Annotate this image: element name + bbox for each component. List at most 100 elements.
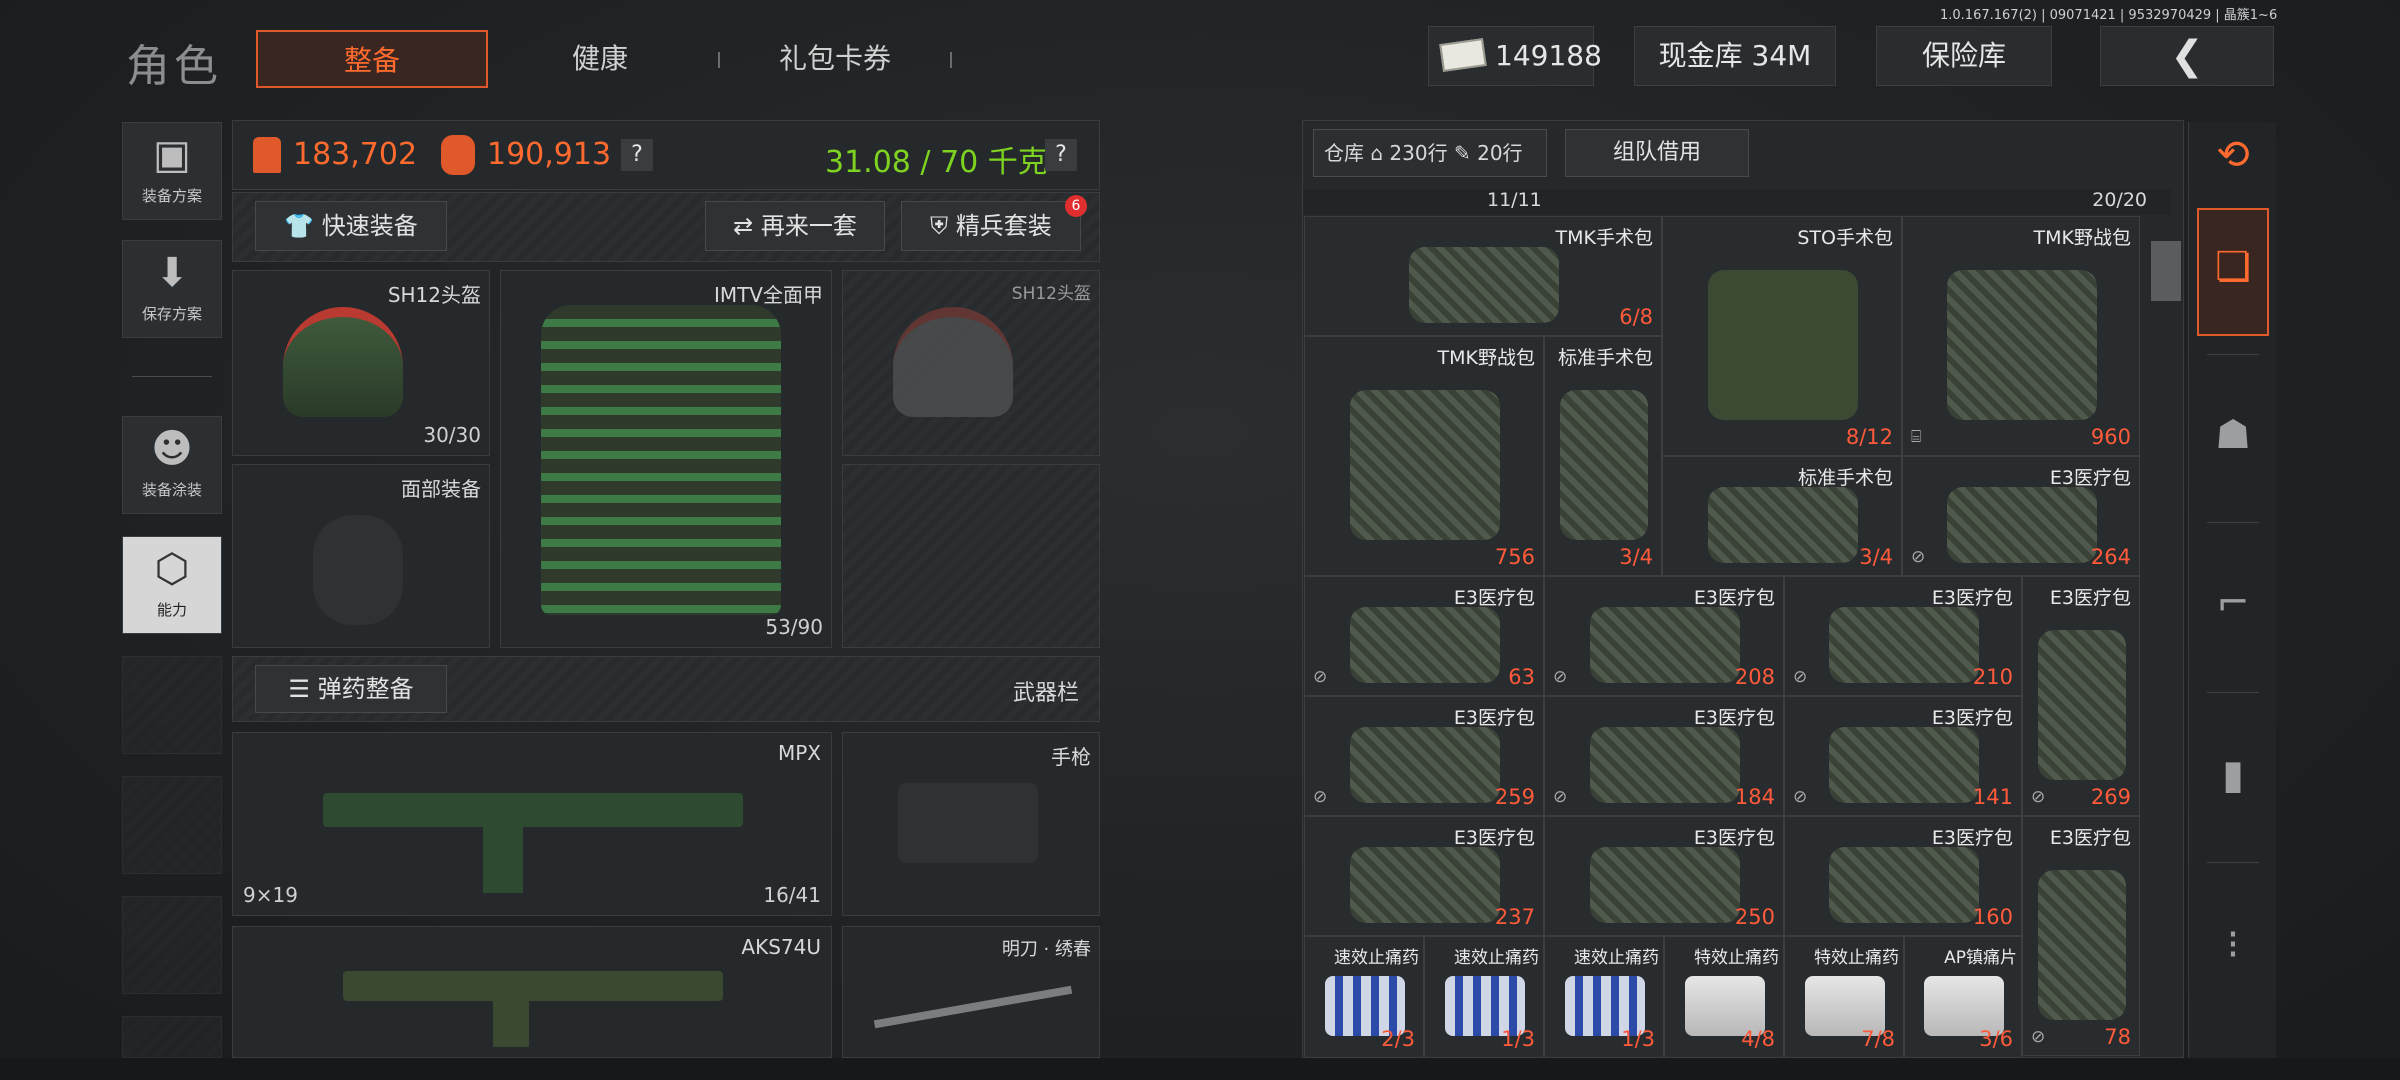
empty-equip-slot[interactable]	[842, 464, 1100, 648]
left-capacity: 11/11	[1487, 189, 1542, 211]
helmet-preview-slot[interactable]: SH12头盔	[842, 270, 1100, 456]
inventory-item[interactable]: 特效止痛药 7/8	[1784, 936, 1904, 1058]
item-name: E3医疗包	[1693, 707, 1775, 729]
inventory-item[interactable]: 标准手术包 3/4	[1544, 336, 1662, 576]
cash-vault-button[interactable]: 现金库 34M	[1634, 26, 1836, 86]
item-image	[2038, 630, 2126, 780]
sort-category-icon[interactable]: ⟲	[2189, 132, 2277, 178]
armor-value-icon	[253, 137, 281, 173]
item-image	[1947, 270, 2097, 420]
team-borrow-button[interactable]: 组队借用	[1565, 129, 1749, 177]
face-slot[interactable]: 面部装备	[232, 464, 490, 648]
item-name: E3医疗包	[2049, 827, 2131, 849]
sidebar-divider	[132, 376, 212, 377]
item-name: 标准手术包	[1797, 467, 1893, 489]
safe-box-button[interactable]: 保险库	[1876, 26, 2052, 86]
tab-equip[interactable]: 整备	[256, 30, 488, 88]
inventory-item[interactable]: TMK野战包 960 ⌸	[1902, 216, 2140, 456]
weapon-caliber: 9×19	[243, 883, 298, 907]
inventory-item[interactable]: E3医疗包 63 ⊘	[1304, 576, 1544, 696]
value-help-button[interactable]: ?	[621, 139, 653, 171]
inventory-item[interactable]: 特效止痛药 4/8	[1664, 936, 1784, 1058]
melee-slot[interactable]: 明刀 · 绣春	[842, 926, 1100, 1058]
item-count: 264	[2090, 545, 2131, 569]
item-name: E3医疗包	[1931, 587, 2013, 609]
inventory-item[interactable]: E3医疗包 141 ⊘	[1784, 696, 2022, 816]
warehouse-info: 仓库 ⌂ 230行 ✎ 20行	[1313, 129, 1547, 177]
shield-icon: ⛨	[930, 212, 949, 240]
helmet-slot[interactable]: SH12头盔 30/30	[232, 270, 490, 456]
sidebar-item-loadout-plan[interactable]: ▣ 装备方案	[122, 122, 222, 220]
inventory-item[interactable]: E3医疗包 210 ⊘	[1784, 576, 2022, 696]
item-image	[1590, 607, 1740, 683]
no-insure-icon: ⊘	[1911, 547, 1926, 567]
quick-equip-button[interactable]: 👕 快速装备	[255, 201, 447, 251]
inventory-scrollbar[interactable]	[2151, 241, 2181, 301]
inventory-item[interactable]: 标准手术包 3/4	[1662, 456, 1902, 576]
secondary-weapon-slot[interactable]: AKS74U	[232, 926, 832, 1058]
tab-gift-cards[interactable]: 礼包卡券	[750, 30, 920, 88]
inventory-item[interactable]: E3医疗包 264 ⊘	[1902, 456, 2140, 576]
sidebar-item-ability[interactable]: ⬡ 能力	[122, 536, 222, 634]
inventory-item[interactable]: E3医疗包 78 ⊘	[2022, 816, 2140, 1056]
item-count: 4/8	[1741, 1027, 1775, 1051]
melee-name: 明刀 · 绣春	[1001, 939, 1091, 960]
inventory-item[interactable]: 速效止痛药 1/3	[1544, 936, 1664, 1058]
item-image	[1350, 847, 1500, 923]
item-count: 1/3	[1621, 1027, 1655, 1051]
elite-badge: 6	[1065, 195, 1087, 217]
inventory-item[interactable]: 速效止痛药 1/3	[1424, 936, 1544, 1058]
primary-weapon-slot[interactable]: MPX 9×19 16/41	[232, 732, 832, 916]
again-label: 再来一套	[760, 212, 857, 240]
helmet-name: SH12头盔	[387, 283, 481, 307]
item-name: E3医疗包	[1693, 827, 1775, 849]
helmet-preview-name: SH12头盔	[1011, 284, 1091, 304]
item-count: 160	[1972, 905, 2013, 929]
item-count: 3/6	[1979, 1027, 2013, 1051]
ammo-prep-button[interactable]: ☰ 弹药整备	[255, 665, 447, 713]
inventory-item[interactable]: E3医疗包 160	[1784, 816, 2022, 936]
sidebar-item-skin[interactable]: ☻ 装备涂装	[122, 416, 222, 514]
item-count: 3/4	[1859, 545, 1893, 569]
inventory-item[interactable]: E3医疗包 259 ⊘	[1304, 696, 1544, 816]
no-insure-icon: ⊘	[2031, 1027, 2046, 1047]
inventory-item[interactable]: TMK手术包 6/8	[1304, 216, 1662, 336]
ammo-category-icon[interactable]: ⁝	[2189, 922, 2277, 968]
tab-health[interactable]: 健康	[520, 30, 680, 88]
inventory-item[interactable]: E3医疗包 184 ⊘	[1544, 696, 1784, 816]
back-button[interactable]: ❮	[2100, 26, 2274, 86]
vest-icon: ▣	[153, 132, 191, 178]
item-name: AP镇痛片	[1944, 948, 2017, 968]
inventory-item[interactable]: E3医疗包 250	[1544, 816, 1784, 936]
face-slot-name: 面部装备	[401, 477, 481, 501]
inventory-item[interactable]: STO手术包 8/12	[1662, 216, 1902, 456]
no-insure-icon: ⊘	[1793, 787, 1808, 807]
no-insure-icon: ⊘	[2031, 787, 2046, 807]
item-image	[1708, 270, 1858, 420]
item-image	[1350, 390, 1500, 540]
category-all-button[interactable]: ❏	[2197, 208, 2269, 336]
loadout-toolbar: 👕 快速装备 ⇄ 再来一套 ⛨ 精兵套装 6	[232, 192, 1100, 262]
weight-help-button[interactable]: ?	[1045, 139, 1077, 171]
inventory-item[interactable]: AP镇痛片 3/6	[1904, 936, 2022, 1058]
sidebar-item-label: 保存方案	[141, 305, 202, 323]
item-count: 960	[2090, 425, 2131, 449]
bag-rows: 20行	[1477, 141, 1523, 165]
helmet-category-icon[interactable]: ☗	[2189, 412, 2277, 458]
pistol-slot[interactable]: 手枪	[842, 732, 1100, 916]
inventory-item[interactable]: TMK野战包 756	[1304, 336, 1544, 576]
inventory-item[interactable]: E3医疗包 208 ⊘	[1544, 576, 1784, 696]
item-name: TMK野战包	[1437, 347, 1535, 369]
rifle-category-icon[interactable]: ⌐	[2189, 580, 2277, 626]
item-name: TMK野战包	[2033, 227, 2131, 249]
inventory-item[interactable]: 速效止痛药 2/3	[1304, 936, 1424, 1058]
inventory-item[interactable]: E3医疗包 237	[1304, 816, 1544, 936]
inventory-item[interactable]: E3医疗包 269 ⊘	[2022, 576, 2140, 816]
elite-kit-button[interactable]: ⛨ 精兵套装	[901, 201, 1081, 251]
item-count: 756	[1494, 545, 1535, 569]
sidebar-item-save-plan[interactable]: ⬇ 保存方案	[122, 240, 222, 338]
page-title: 角色	[126, 41, 222, 92]
again-button[interactable]: ⇄ 再来一套	[705, 201, 885, 251]
magazine-category-icon[interactable]: ▮	[2189, 752, 2277, 798]
armor-slot[interactable]: IMTV全面甲 53/90	[500, 270, 832, 648]
